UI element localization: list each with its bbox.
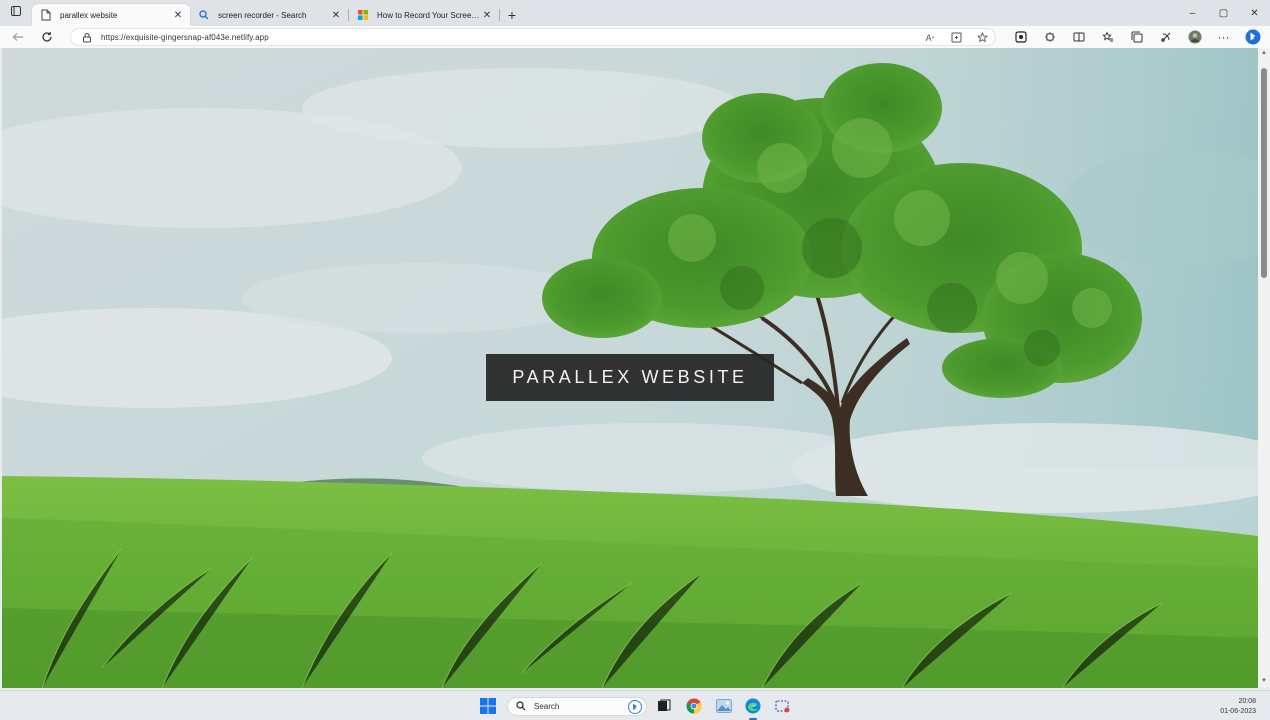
taskbar-search-box[interactable]: Search: [507, 697, 647, 716]
task-view-button[interactable]: [654, 696, 674, 716]
refresh-button[interactable]: [33, 26, 61, 48]
more-options-icon[interactable]: ···: [1212, 27, 1235, 47]
hero-title-banner: PARALLEX WEBSITE: [486, 354, 774, 401]
photos-icon: [716, 699, 732, 713]
app-available-icon[interactable]: [949, 31, 963, 44]
hero-title: PARALLEX WEBSITE: [512, 367, 748, 387]
new-tab-button[interactable]: +: [500, 4, 524, 26]
scroll-down-arrow-icon[interactable]: ▼: [1260, 678, 1268, 686]
windows-taskbar: Search 20:08 01-06-2023: [0, 690, 1270, 720]
url-text[interactable]: https://exquisite-gingersnap-af043e.netl…: [101, 33, 269, 42]
performance-icon[interactable]: [1154, 27, 1177, 47]
extensions-icon[interactable]: [1038, 27, 1061, 47]
system-clock[interactable]: 20:08 01-06-2023: [1220, 697, 1256, 717]
minimize-button[interactable]: –: [1177, 0, 1208, 26]
clock-date: 01-06-2023: [1220, 708, 1256, 715]
read-aloud-icon[interactable]: A»: [923, 31, 937, 44]
tab-strip: parallex website ✕ screen recorder - Sea…: [0, 0, 1270, 26]
bing-copilot-icon[interactable]: [1241, 27, 1264, 47]
profile-avatar[interactable]: [1183, 27, 1206, 47]
window-controls: – ▢ ✕: [1177, 0, 1270, 26]
lock-icon[interactable]: [81, 31, 93, 43]
search-icon: [516, 700, 526, 713]
page-icon: [40, 9, 52, 21]
tab-title: parallex website: [60, 10, 118, 20]
page-viewport[interactable]: PARALLEX WEBSITE: [2, 48, 1258, 688]
vertical-scrollbar[interactable]: ▲ ▼: [1258, 48, 1270, 688]
tab-parallex-website[interactable]: parallex website ✕: [32, 4, 190, 26]
favorite-star-icon[interactable]: [975, 31, 989, 44]
toolbar-right-actions: ···: [1009, 26, 1264, 48]
snipping-tool-button[interactable]: [773, 696, 793, 716]
search-placeholder: Search: [534, 702, 560, 711]
close-icon[interactable]: ✕: [330, 9, 342, 21]
address-bar[interactable]: https://exquisite-gingersnap-af043e.netl…: [70, 28, 996, 46]
bing-icon: [628, 700, 642, 716]
snipping-tool-icon: [775, 700, 790, 713]
tab-title: screen recorder - Search: [218, 10, 307, 20]
tab-title: How to Record Your Screen on W: [377, 10, 481, 20]
scroll-up-arrow-icon[interactable]: ▲: [1260, 50, 1268, 58]
tab-actions-icon: [10, 4, 22, 22]
windows-logo-icon: [480, 698, 496, 714]
back-button[interactable]: [4, 26, 32, 48]
split-screen-icon[interactable]: [1067, 27, 1090, 47]
edge-button[interactable]: [743, 696, 763, 716]
scrollbar-thumb[interactable]: [1261, 68, 1267, 278]
screenshot-icon[interactable]: [1009, 27, 1032, 47]
microsoft-icon: [357, 9, 369, 21]
edge-icon: [745, 698, 761, 714]
favorites-icon[interactable]: [1096, 27, 1119, 47]
chrome-icon: [686, 698, 702, 714]
start-button[interactable]: [478, 696, 498, 716]
tab-screen-recorder-search[interactable]: screen recorder - Search ✕: [190, 4, 348, 26]
close-icon[interactable]: ✕: [172, 9, 184, 21]
collections-icon[interactable]: [1125, 27, 1148, 47]
search-icon: [198, 9, 210, 21]
browser-toolbar: https://exquisite-gingersnap-af043e.netl…: [0, 26, 1270, 48]
close-icon[interactable]: ✕: [481, 9, 493, 21]
close-window-button[interactable]: ✕: [1239, 0, 1270, 26]
clock-time: 20:08: [1238, 698, 1256, 705]
chrome-button[interactable]: [684, 696, 704, 716]
task-view-icon: [658, 699, 671, 711]
arrow-left-icon: [12, 33, 23, 41]
address-bar-actions: A»: [923, 31, 989, 44]
tab-how-to-record[interactable]: How to Record Your Screen on W ✕: [349, 4, 499, 26]
photos-button[interactable]: [714, 696, 734, 716]
tab-actions-button[interactable]: [0, 0, 32, 26]
maximize-button[interactable]: ▢: [1208, 0, 1239, 26]
refresh-icon: [42, 32, 52, 42]
